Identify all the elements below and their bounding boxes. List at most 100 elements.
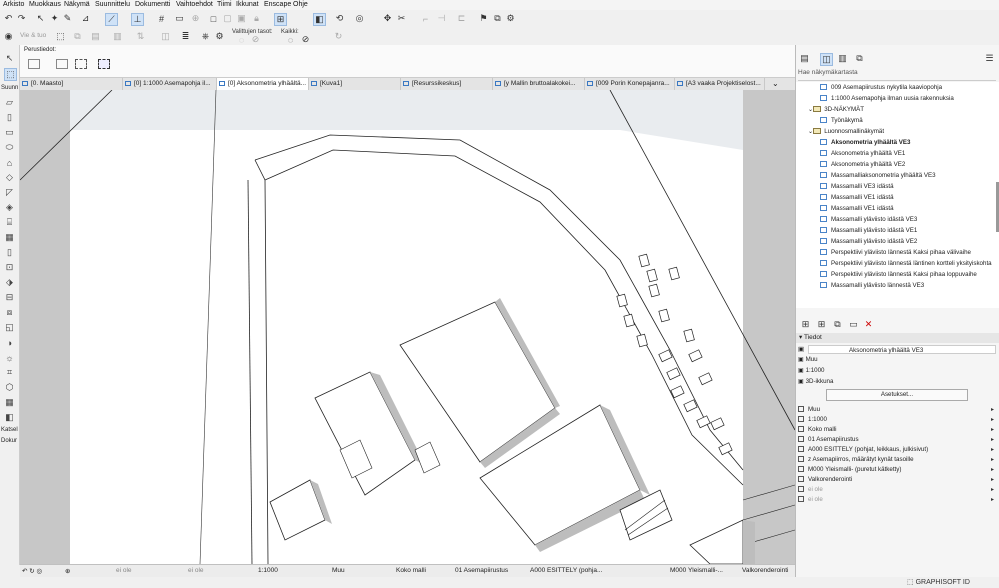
selection-method-icon[interactable]: [98, 59, 110, 69]
layer-combo-icon[interactable]: ≣: [180, 31, 191, 42]
tab-aksonometria[interactable]: [0] Aksonometria ylhäältä...: [217, 78, 309, 90]
tree-folder-3d[interactable]: ⌄ 3D-NÄKYMÄT: [796, 104, 999, 115]
prop-row[interactable]: A000 ESITTELY (pohjat, leikkaus, julkisi…: [796, 445, 996, 455]
status-esittely[interactable]: A000 ESITTELY (pohja...: [530, 567, 602, 574]
camera-tool-icon[interactable]: ⌗: [4, 367, 15, 378]
status-valkorenderointi[interactable]: Valkorenderointi: [742, 567, 789, 574]
column-tool-icon[interactable]: ▯: [4, 112, 15, 123]
suspend-icon[interactable]: ▣: [236, 13, 247, 24]
ungroup-icon[interactable]: ▢: [222, 13, 233, 24]
tree-item[interactable]: Massamalli VE1 idästä: [796, 192, 999, 203]
menu-tiimi[interactable]: Tiimi: [217, 1, 232, 8]
tab-resurssikeskus[interactable]: [Resurssikeskus]: [401, 78, 493, 90]
graphisoft-id-link[interactable]: ⬚ GRAPHISOFT ID: [907, 578, 970, 586]
eye-icon[interactable]: ◉: [3, 31, 14, 42]
tree-item-selected[interactable]: Aksonometria ylhäältä VE3: [796, 137, 999, 148]
grid-icon[interactable]: #: [156, 13, 167, 24]
wall-tool-icon[interactable]: ▱: [4, 97, 15, 108]
layout-tool-icon[interactable]: ▦: [4, 397, 15, 408]
menu-ikkunat[interactable]: Ikkunat: [236, 1, 259, 8]
render-icon[interactable]: ◎: [354, 13, 365, 24]
prop-row[interactable]: z Asemapiirros, määrätyt kynät tasoille ▸: [796, 455, 996, 465]
hide-layer-icon[interactable]: ◌: [236, 34, 247, 45]
copy-icon[interactable]: ⧉: [72, 31, 83, 42]
model-view-icon[interactable]: ⚙: [214, 31, 225, 42]
rect-method-icon[interactable]: [56, 59, 68, 69]
tab-porin-konepaja[interactable]: [009 Porin Konepajanra...: [585, 78, 675, 90]
3d-viewport[interactable]: [20, 90, 795, 564]
view-map-icon[interactable]: ◫: [820, 53, 833, 66]
save-view-icon[interactable]: ▭: [848, 319, 859, 330]
opening-tool-icon[interactable]: ◑: [4, 337, 15, 348]
tab-maasto[interactable]: [0. Maasto]: [20, 78, 123, 90]
tab-projektiselostus[interactable]: [A3 vaaka Projektiselost...: [675, 78, 765, 90]
prop-row[interactable]: 01 Asemapiirustus ▸: [796, 435, 996, 445]
move-icon[interactable]: ✥: [382, 13, 393, 24]
reserve-icon[interactable]: ◫: [160, 31, 171, 42]
tree-item[interactable]: Aksonometria ylhäältä VE1: [796, 148, 999, 159]
menu-arkisto[interactable]: Arkisto: [3, 1, 24, 8]
view-3d-icon[interactable]: ◧: [313, 13, 326, 26]
prop-row[interactable]: M000 Yleismalli- (puretut kätketty) ▸: [796, 465, 996, 475]
tree-item[interactable]: Massamalli yläviisto idästä VE3: [796, 214, 999, 225]
arrow-tool-icon[interactable]: ↖: [4, 53, 15, 64]
publisher-icon[interactable]: ⧉: [854, 53, 865, 64]
cube-tool-icon[interactable]: ⬡: [4, 382, 15, 393]
status-scale[interactable]: 1:1000: [258, 567, 278, 574]
status-muu[interactable]: Muu: [332, 567, 345, 574]
railing-tool-icon[interactable]: ⧈: [4, 307, 15, 318]
panel-menu-icon[interactable]: ☰: [984, 53, 995, 64]
group-icon[interactable]: □: [208, 13, 219, 24]
prop-row[interactable]: ei ole ▸: [796, 495, 996, 505]
tree-folder-luonnos[interactable]: ⌄ Luonnosmallinäkymät: [796, 126, 999, 137]
clone-icon[interactable]: ⧉: [832, 319, 843, 330]
curtain-wall-icon[interactable]: ▦: [4, 232, 15, 243]
tree-item[interactable]: Massamalli yläviisto lännestä VE3: [796, 280, 999, 291]
paste-icon[interactable]: ▤: [90, 31, 101, 42]
prop-row[interactable]: 1:1000 ▸: [796, 415, 996, 425]
menu-nakyma[interactable]: Näkymä: [64, 1, 90, 8]
ruler-icon[interactable]: ⊿: [80, 13, 91, 24]
toolbox-suunnittelu-label[interactable]: Suunn: [1, 85, 18, 91]
prop-row[interactable]: Muu ▸: [796, 405, 996, 415]
marquee-tool-icon[interactable]: ⬚: [4, 68, 17, 81]
tree-item[interactable]: Massamalli VE3 idästä: [796, 181, 999, 192]
show-all-icon[interactable]: ◌: [285, 34, 296, 45]
guideline-icon[interactable]: ⟋: [105, 13, 118, 26]
new-folder-icon[interactable]: ⊞: [816, 319, 827, 330]
skylight-tool-icon[interactable]: ⬗: [4, 277, 15, 288]
view-name-field[interactable]: Aksonometria ylhäältä VE3: [808, 345, 996, 354]
pen-set-icon[interactable]: ⎈: [200, 31, 211, 42]
tree-item[interactable]: Perspektiivi yläviisto lännestä läntinen…: [796, 258, 999, 269]
undo-view-icon[interactable]: ↶ ↻ ◎: [22, 567, 42, 575]
tree-item[interactable]: Työnäkymä: [796, 115, 999, 126]
figure-tool-icon[interactable]: ◧: [4, 412, 15, 423]
toolbox-dokumentti-label[interactable]: Dokur: [1, 438, 17, 444]
link-icon[interactable]: ⧉: [492, 13, 503, 24]
menu-suunnittelu[interactable]: Suunnittelu: [95, 1, 130, 8]
undo-icon[interactable]: ↶: [3, 13, 14, 24]
status-koko-malli[interactable]: Koko malli: [396, 567, 426, 574]
tab-menu-icon[interactable]: ⌄: [772, 79, 779, 88]
tree-item[interactable]: 009 Asemapiirustus nykytila kaaviopohja: [796, 82, 999, 93]
stair-tool-icon[interactable]: ⌸: [4, 217, 15, 228]
snap-icon[interactable]: ⊥: [131, 13, 144, 26]
prop-row[interactable]: ei ole ▸: [796, 485, 996, 495]
split-icon[interactable]: ⊣: [436, 13, 447, 24]
marquee-method-icon[interactable]: [75, 59, 87, 69]
toolbox-katselu-label[interactable]: Katsel: [1, 427, 18, 433]
tree-item[interactable]: Massamalli yläviisto idästä VE1: [796, 225, 999, 236]
tree-item[interactable]: Perspektiivi yläviisto lännestä Kaksi pi…: [796, 269, 999, 280]
wall-icon[interactable]: ▭: [174, 13, 185, 24]
object-tool-icon[interactable]: ⊟: [4, 292, 15, 303]
tree-item[interactable]: Aksonometria ylhäältä VE2: [796, 159, 999, 170]
roof-tool-icon[interactable]: ⌂: [4, 157, 15, 168]
project-map-icon[interactable]: ▤: [799, 53, 810, 64]
tab-kuva1[interactable]: [Kuva1]: [309, 78, 401, 90]
status-ei-ole-1[interactable]: ei ole: [116, 567, 132, 574]
menu-ohje[interactable]: Ohje: [293, 1, 308, 8]
tiedot-header[interactable]: ▾ Tiedot: [796, 333, 999, 343]
door-tool-icon[interactable]: ▯: [4, 247, 15, 258]
menu-dokumentti[interactable]: Dokumentti: [135, 1, 170, 8]
prop-row[interactable]: Koko malli ▸: [796, 425, 996, 435]
